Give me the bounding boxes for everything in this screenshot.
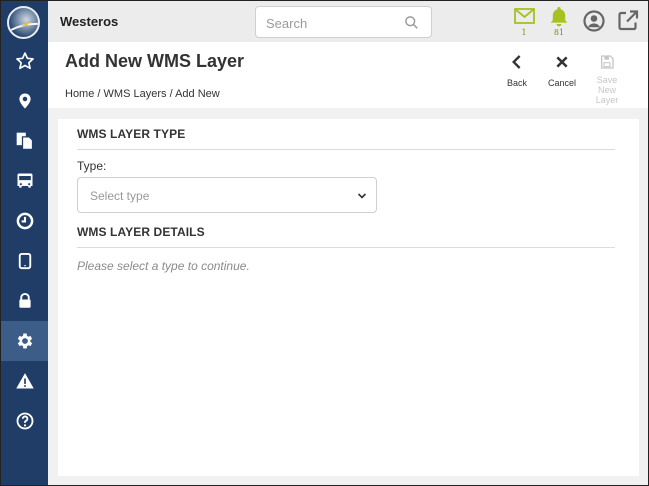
messages-button[interactable]: 1 bbox=[509, 5, 539, 39]
external-link-icon bbox=[618, 10, 639, 31]
details-hint-text: Please select a type to continue. bbox=[77, 259, 250, 273]
breadcrumb: Home / WMS Layers / Add New bbox=[65, 88, 220, 100]
save-new-layer-button[interactable]: Save New Layer bbox=[587, 52, 627, 105]
alerts-count: 81 bbox=[553, 28, 565, 37]
mail-icon bbox=[514, 8, 535, 24]
tablet-icon bbox=[18, 252, 31, 270]
app-window: Westeros 1 81 bbox=[0, 0, 649, 486]
sidebar-item-devices[interactable] bbox=[1, 241, 48, 281]
close-icon bbox=[556, 56, 568, 68]
type-select[interactable]: Select type bbox=[77, 177, 377, 213]
documents-icon bbox=[16, 132, 33, 150]
map-pin-icon bbox=[18, 93, 31, 109]
type-field-label: Type: bbox=[77, 159, 107, 173]
bus-icon bbox=[17, 173, 32, 188]
help-icon bbox=[16, 412, 33, 430]
sidebar-item-vehicles[interactable] bbox=[1, 161, 48, 201]
bell-icon bbox=[550, 7, 568, 27]
save-new-layer-label: Save New Layer bbox=[587, 75, 627, 105]
cancel-label: Cancel bbox=[547, 78, 576, 88]
save-label-line2: Layer bbox=[595, 95, 619, 105]
app-logo[interactable] bbox=[7, 6, 40, 39]
form-card: WMS LAYER TYPE Type: Select type WMS LAY… bbox=[58, 119, 639, 476]
sidebar-item-alerts[interactable] bbox=[1, 361, 48, 401]
chevron-left-icon bbox=[512, 55, 521, 69]
sidebar-item-help[interactable] bbox=[1, 401, 48, 441]
gear-icon bbox=[17, 333, 32, 349]
sidebar-item-favorites[interactable] bbox=[1, 41, 48, 81]
clock-icon bbox=[16, 212, 33, 230]
section-divider bbox=[77, 149, 615, 150]
chevron-down-icon bbox=[357, 193, 367, 199]
search-icon[interactable] bbox=[404, 15, 419, 30]
breadcrumb-wms-layers[interactable]: WMS Layers bbox=[104, 88, 167, 100]
section-divider bbox=[77, 247, 615, 248]
sidebar bbox=[1, 1, 48, 485]
type-select-placeholder: Select type bbox=[90, 189, 150, 203]
user-account-button[interactable] bbox=[579, 5, 609, 39]
save-icon bbox=[601, 55, 614, 69]
breadcrumb-home[interactable]: Home bbox=[65, 88, 94, 100]
star-icon bbox=[15, 52, 34, 70]
search-box[interactable] bbox=[255, 6, 432, 38]
breadcrumb-current: Add New bbox=[175, 88, 220, 100]
back-label: Back bbox=[506, 78, 527, 88]
globe-logo-icon bbox=[10, 21, 38, 31]
lock-icon bbox=[18, 292, 31, 308]
warning-icon bbox=[15, 373, 34, 389]
user-avatar-icon bbox=[583, 10, 605, 32]
page-header: Add New WMS Layer Home / WMS Layers / Ad… bbox=[48, 42, 648, 108]
alerts-button[interactable]: 81 bbox=[544, 5, 574, 39]
breadcrumb-separator: / bbox=[97, 88, 101, 100]
sidebar-item-locations[interactable] bbox=[1, 81, 48, 121]
search-input[interactable] bbox=[266, 14, 396, 32]
app-name: Westeros bbox=[60, 14, 119, 29]
sidebar-item-history[interactable] bbox=[1, 201, 48, 241]
section-title-layer-details: WMS LAYER DETAILS bbox=[77, 225, 205, 239]
save-label-line1: Save New bbox=[596, 75, 618, 95]
sidebar-item-security[interactable] bbox=[1, 281, 48, 321]
sidebar-item-documents[interactable] bbox=[1, 121, 48, 161]
page-title: Add New WMS Layer bbox=[65, 51, 245, 71]
breadcrumb-separator: / bbox=[169, 88, 173, 100]
top-bar: Westeros 1 81 bbox=[48, 1, 648, 42]
back-button[interactable]: Back bbox=[497, 52, 537, 102]
sidebar-item-settings[interactable] bbox=[1, 321, 48, 361]
open-external-button[interactable] bbox=[613, 5, 643, 39]
cancel-button[interactable]: Cancel bbox=[542, 52, 582, 102]
messages-count: 1 bbox=[521, 28, 527, 37]
section-title-layer-type: WMS LAYER TYPE bbox=[77, 127, 186, 141]
